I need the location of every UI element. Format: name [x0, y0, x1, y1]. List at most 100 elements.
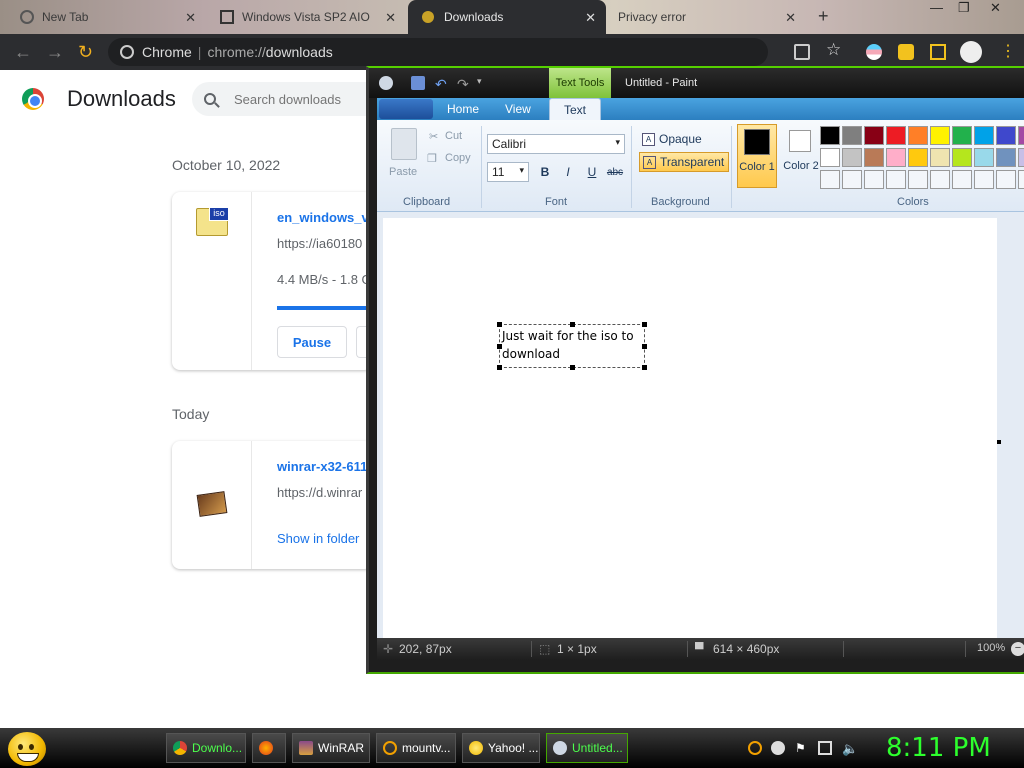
taskbar-button-downloads[interactable]: Downlo... — [166, 733, 246, 763]
color-swatch[interactable] — [974, 126, 994, 145]
color-swatch[interactable] — [996, 126, 1016, 145]
color-swatch[interactable] — [908, 170, 928, 189]
color-swatch[interactable] — [1018, 126, 1024, 145]
close-window-button[interactable]: ✕ — [990, 0, 1001, 22]
messenger-icon[interactable] — [771, 741, 785, 755]
menu-icon[interactable]: ⋮ — [1000, 41, 1016, 61]
font-size-select[interactable]: 11 ▾ — [487, 162, 529, 182]
forward-button[interactable]: → — [46, 42, 64, 63]
color2-button[interactable]: Color 2 — [781, 124, 821, 188]
italic-button[interactable]: I — [558, 162, 578, 182]
taskbar-button-paint[interactable]: Untitled... — [546, 733, 628, 763]
close-icon[interactable]: ✕ — [785, 10, 796, 26]
maximize-button[interactable]: ❐ — [958, 0, 970, 22]
flag-icon[interactable]: ⚑ — [795, 741, 809, 755]
minimize-button[interactable]: — — [930, 0, 943, 22]
zoom-out-button[interactable]: − — [1011, 642, 1024, 656]
color-swatch[interactable] — [908, 148, 928, 167]
drawing-canvas[interactable]: Just wait for the iso to download — [383, 218, 997, 638]
color-swatch[interactable] — [842, 126, 862, 145]
tab-downloads[interactable]: Downloads ✕ — [408, 0, 606, 34]
close-icon[interactable]: ✕ — [585, 10, 596, 26]
color-swatch[interactable] — [930, 148, 950, 167]
color-swatch[interactable] — [952, 148, 972, 167]
cut-button[interactable]: Cut — [445, 130, 462, 142]
color-swatch[interactable] — [886, 148, 906, 167]
canvas-text-box[interactable]: Just wait for the iso to download — [497, 322, 647, 370]
copy-button[interactable]: Copy — [445, 152, 471, 164]
scissors-icon[interactable]: ✂ — [429, 130, 438, 143]
color-swatch[interactable] — [886, 126, 906, 145]
file-name-link[interactable]: winrar-x32-611 — [277, 459, 367, 474]
resize-handle[interactable] — [642, 344, 647, 349]
color-swatch[interactable] — [864, 170, 884, 189]
resize-handle[interactable] — [497, 344, 502, 349]
tab-home[interactable]: Home — [447, 102, 479, 116]
puzzle-icon[interactable] — [898, 44, 914, 60]
taskbar-button-yahoo[interactable]: Yahoo! ... — [462, 733, 540, 763]
color-swatch[interactable] — [820, 170, 840, 189]
extension-icon[interactable] — [866, 44, 882, 60]
network-icon[interactable] — [818, 741, 832, 755]
resize-handle[interactable] — [570, 322, 575, 327]
pause-button[interactable]: Pause — [277, 326, 347, 358]
resize-handle[interactable] — [570, 365, 575, 370]
color-swatch[interactable] — [952, 170, 972, 189]
paint-menu-button[interactable] — [379, 99, 433, 119]
back-button[interactable]: ← — [14, 42, 32, 63]
start-button[interactable] — [8, 732, 46, 766]
color-swatch[interactable] — [952, 126, 972, 145]
color-swatch[interactable] — [842, 170, 862, 189]
paste-icon[interactable] — [391, 128, 417, 160]
color-swatch[interactable] — [864, 148, 884, 167]
share-icon[interactable] — [794, 44, 810, 60]
close-icon[interactable]: ✕ — [185, 10, 196, 26]
color-swatch[interactable] — [974, 148, 994, 167]
color-swatch[interactable] — [996, 170, 1016, 189]
avatar[interactable] — [960, 41, 982, 63]
tab-windows-vista[interactable]: Windows Vista SP2 AIO ✕ — [206, 0, 406, 34]
copy-icon[interactable]: ❐ — [427, 152, 437, 165]
opaque-button[interactable]: A Opaque — [639, 130, 706, 150]
file-name-link[interactable]: en_windows_vis — [277, 210, 380, 225]
resize-handle[interactable] — [497, 365, 502, 370]
address-bar[interactable]: Chrome | chrome:// downloads — [108, 38, 768, 66]
underline-button[interactable]: U — [582, 162, 602, 182]
chevron-down-icon[interactable]: ▾ — [477, 76, 491, 90]
show-in-folder-link[interactable]: Show in folder — [277, 531, 359, 546]
color-swatch[interactable] — [1018, 148, 1024, 167]
reload-button[interactable]: ↻ — [78, 42, 93, 63]
star-icon[interactable]: ☆ — [826, 40, 841, 60]
color-swatch[interactable] — [864, 126, 884, 145]
undo-icon[interactable]: ↶ — [435, 76, 449, 92]
taskbar-button-winrar[interactable]: WinRAR — [292, 733, 370, 763]
save-icon[interactable] — [411, 76, 425, 90]
bold-button[interactable]: B — [535, 162, 555, 182]
redo-icon[interactable]: ↷ — [457, 76, 471, 92]
tab-new-tab[interactable]: New Tab ✕ — [0, 0, 206, 34]
clock[interactable]: 8:11 PM — [886, 733, 991, 763]
color-swatch[interactable] — [886, 170, 906, 189]
taskbar-button-firefox[interactable] — [252, 733, 286, 763]
taskbar-button-mountv[interactable]: mountv... — [376, 733, 456, 763]
color-swatch[interactable] — [996, 148, 1016, 167]
canvas-resize-handle[interactable] — [997, 440, 1001, 444]
volume-icon[interactable]: 🔈 — [842, 741, 858, 756]
close-icon[interactable]: ✕ — [385, 10, 396, 26]
sidepanel-icon[interactable] — [930, 44, 946, 60]
strikethrough-button[interactable]: abc — [605, 162, 625, 182]
tab-view[interactable]: View — [505, 102, 531, 116]
color-swatch[interactable] — [820, 148, 840, 167]
paste-button[interactable]: Paste — [389, 166, 417, 178]
color-swatch[interactable] — [974, 170, 994, 189]
color-swatch[interactable] — [930, 126, 950, 145]
font-family-select[interactable]: Calibri ▾ — [487, 134, 625, 154]
color-swatch[interactable] — [820, 126, 840, 145]
color-swatch[interactable] — [842, 148, 862, 167]
new-tab-button[interactable]: + — [818, 6, 829, 27]
color-swatch[interactable] — [930, 170, 950, 189]
search-icon[interactable] — [748, 741, 762, 755]
color-swatch[interactable] — [908, 126, 928, 145]
color1-button[interactable]: Color 1 — [737, 124, 777, 188]
resize-handle[interactable] — [642, 322, 647, 327]
